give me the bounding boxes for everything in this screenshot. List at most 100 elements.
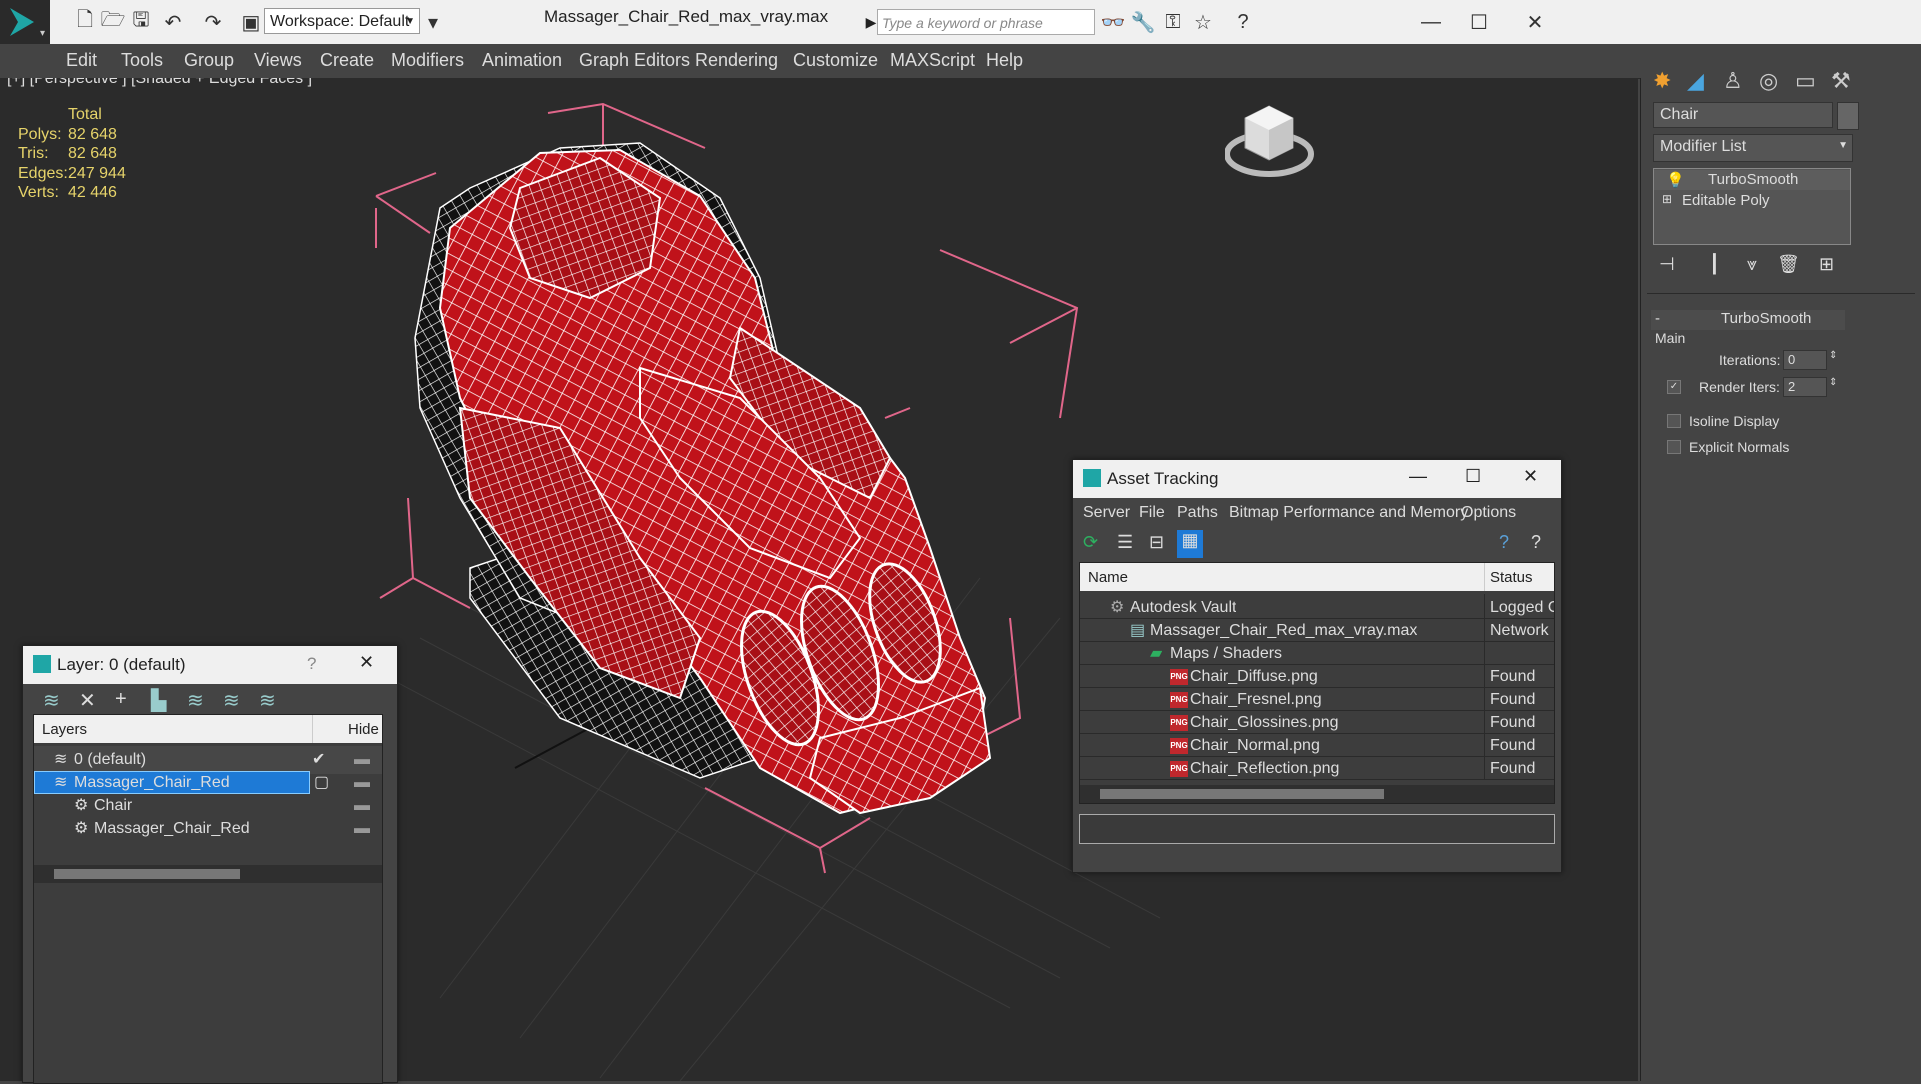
command-panel-tabs: ✸ ◢ ♙ ◎ ▭ ⚒: [1645, 64, 1915, 100]
lightbulb-icon[interactable]: 💡: [1666, 171, 1685, 189]
motion-tab-icon[interactable]: ◎: [1759, 68, 1778, 94]
table-view-icon[interactable]: ▦: [1177, 530, 1203, 558]
horizontal-scrollbar[interactable]: [1080, 785, 1554, 803]
new-file-icon[interactable]: 🗋: [72, 9, 98, 35]
menu-modifiers[interactable]: Modifiers: [391, 50, 464, 71]
delete-layer-icon[interactable]: ✕: [79, 688, 96, 713]
isoline-display-checkbox[interactable]: [1667, 414, 1681, 428]
list-view-icon[interactable]: ☰: [1117, 532, 1133, 553]
configure-sets-icon[interactable]: ⊞: [1819, 254, 1834, 275]
iterations-spinner[interactable]: 0: [1783, 350, 1827, 370]
asset-path-field[interactable]: [1079, 814, 1555, 844]
col-status-header[interactable]: Status: [1490, 569, 1533, 586]
horizontal-scrollbar[interactable]: [34, 865, 382, 883]
highlight-layer-icon[interactable]: ≋: [187, 688, 204, 713]
menu-edit[interactable]: Edit: [66, 50, 97, 71]
whats-this-icon[interactable]: ?: [1531, 532, 1541, 553]
menu-paths[interactable]: Paths: [1177, 504, 1218, 522]
search-input[interactable]: Type a keyword or phrase: [877, 9, 1095, 35]
refresh-icon[interactable]: ⟳: [1083, 532, 1098, 553]
menu-views[interactable]: Views: [254, 50, 302, 71]
close-icon[interactable]: ✕: [1520, 9, 1550, 35]
modify-tab-icon[interactable]: ◢: [1687, 68, 1704, 94]
redo-icon[interactable]: ↷: [200, 9, 226, 35]
hierarchy-tab-icon[interactable]: ♙: [1723, 68, 1743, 94]
minimize-icon[interactable]: —: [1409, 466, 1427, 487]
freeze-all-icon[interactable]: ≋: [259, 688, 276, 713]
viewcube-icon[interactable]: [1225, 102, 1315, 182]
col-hide-header[interactable]: Hide: [348, 721, 379, 738]
asset-toolbar: ⟳ ☰ ⊟ ▦ ? ?: [1073, 530, 1561, 560]
menu-tools[interactable]: Tools: [121, 50, 163, 71]
select-objects-icon[interactable]: ▙: [151, 688, 166, 713]
menu-graph-editors[interactable]: Graph Editors: [579, 50, 690, 71]
create-tab-icon[interactable]: ✸: [1653, 68, 1671, 94]
object-row-massager-chair-red[interactable]: ⚙ Massager_Chair_Red ▬: [34, 815, 382, 843]
object-color-swatch[interactable]: [1837, 102, 1859, 130]
scrollbar-thumb[interactable]: [1100, 789, 1384, 799]
project-folder-icon[interactable]: ▣: [238, 9, 264, 35]
menu-animation[interactable]: Animation: [482, 50, 562, 71]
display-tab-icon[interactable]: ▭: [1795, 68, 1816, 94]
render-iters-checkbox[interactable]: ✓: [1667, 380, 1681, 394]
binoculars-icon[interactable]: 👓: [1100, 9, 1126, 35]
key-icon[interactable]: ⚿: [1160, 9, 1186, 35]
menu-rendering[interactable]: Rendering: [695, 50, 778, 71]
workspace-menu-icon[interactable]: ▾: [420, 9, 446, 35]
stack-item-label: TurboSmooth: [1708, 171, 1799, 188]
menu-server[interactable]: Server: [1083, 504, 1130, 522]
maximize-icon[interactable]: ☐: [1465, 466, 1481, 487]
pin-stack-icon[interactable]: ⊣: [1659, 254, 1675, 275]
open-file-icon[interactable]: 🗁: [100, 9, 126, 35]
layer-window-titlebar[interactable]: Layer: 0 (default) ? ✕: [23, 646, 397, 684]
menu-create[interactable]: Create: [320, 50, 374, 71]
spinner-arrows-icon[interactable]: ⇕: [1829, 350, 1837, 361]
remove-modifier-icon[interactable]: 🗑: [1777, 254, 1800, 275]
menu-maxscript[interactable]: MAXScript: [890, 50, 975, 71]
render-iters-spinner[interactable]: 2: [1783, 377, 1827, 397]
stack-item-turbosmooth[interactable]: 💡 TurboSmooth: [1654, 170, 1850, 190]
save-file-icon[interactable]: 🖫: [128, 9, 154, 35]
app-logo-button[interactable]: ▾: [0, 0, 50, 44]
expand-plus-icon[interactable]: ⊞: [1662, 192, 1672, 206]
utilities-tab-icon[interactable]: ⚒: [1831, 68, 1851, 94]
help-button[interactable]: ?: [307, 654, 316, 674]
scrollbar-thumb[interactable]: [54, 869, 240, 879]
menu-options[interactable]: Options: [1461, 504, 1516, 522]
wrench-icon[interactable]: 🔧: [1130, 9, 1156, 35]
show-end-result-icon[interactable]: ┃: [1709, 254, 1720, 275]
hide-toggle[interactable]: ▬: [354, 815, 370, 843]
undo-icon[interactable]: ↶: [160, 9, 186, 35]
object-name-field[interactable]: Chair: [1653, 102, 1833, 128]
workspace-dropdown[interactable]: Workspace: Default ▼: [264, 8, 420, 34]
new-layer-icon[interactable]: ≋: [43, 688, 60, 713]
explicit-normals-checkbox[interactable]: [1667, 440, 1681, 454]
help-icon[interactable]: ?: [1499, 532, 1509, 553]
object-name: Massager_Chair_Red: [94, 820, 250, 837]
search-placeholder: Type a keyword or phrase: [882, 15, 1043, 31]
make-unique-icon[interactable]: ⩔: [1747, 254, 1757, 275]
modifier-list-dropdown[interactable]: Modifier List ▼: [1653, 134, 1853, 162]
minimize-icon[interactable]: —: [1416, 9, 1446, 35]
close-icon[interactable]: ✕: [1523, 466, 1538, 487]
menu-group[interactable]: Group: [184, 50, 234, 71]
col-name-header[interactable]: Name: [1088, 569, 1128, 586]
star-icon[interactable]: ☆: [1190, 9, 1216, 35]
menu-bitmap-performance[interactable]: Bitmap Performance and Memory: [1229, 504, 1468, 522]
maximize-icon[interactable]: ☐: [1464, 9, 1494, 35]
add-to-layer-icon[interactable]: +: [115, 688, 127, 711]
help-icon[interactable]: ?: [1230, 9, 1256, 35]
menu-customize[interactable]: Customize: [793, 50, 878, 71]
menu-help[interactable]: Help: [986, 50, 1023, 71]
tree-view-icon[interactable]: ⊟: [1149, 532, 1164, 553]
asset-window-titlebar[interactable]: Asset Tracking — ☐ ✕: [1073, 460, 1561, 498]
menu-file[interactable]: File: [1139, 504, 1165, 522]
column-divider: [1484, 617, 1485, 641]
turbosmooth-rollout-header[interactable]: - TurboSmooth: [1651, 310, 1845, 330]
stack-item-editable-poly[interactable]: ⊞ Editable Poly: [1654, 191, 1850, 211]
close-icon[interactable]: ✕: [359, 652, 374, 673]
hide-all-icon[interactable]: ≋: [223, 688, 240, 713]
col-layers-header[interactable]: Layers: [42, 721, 87, 738]
spinner-arrows-icon[interactable]: ⇕: [1829, 377, 1837, 388]
asset-row[interactable]: PNG Chair_Reflection.png Found: [1080, 755, 1554, 783]
